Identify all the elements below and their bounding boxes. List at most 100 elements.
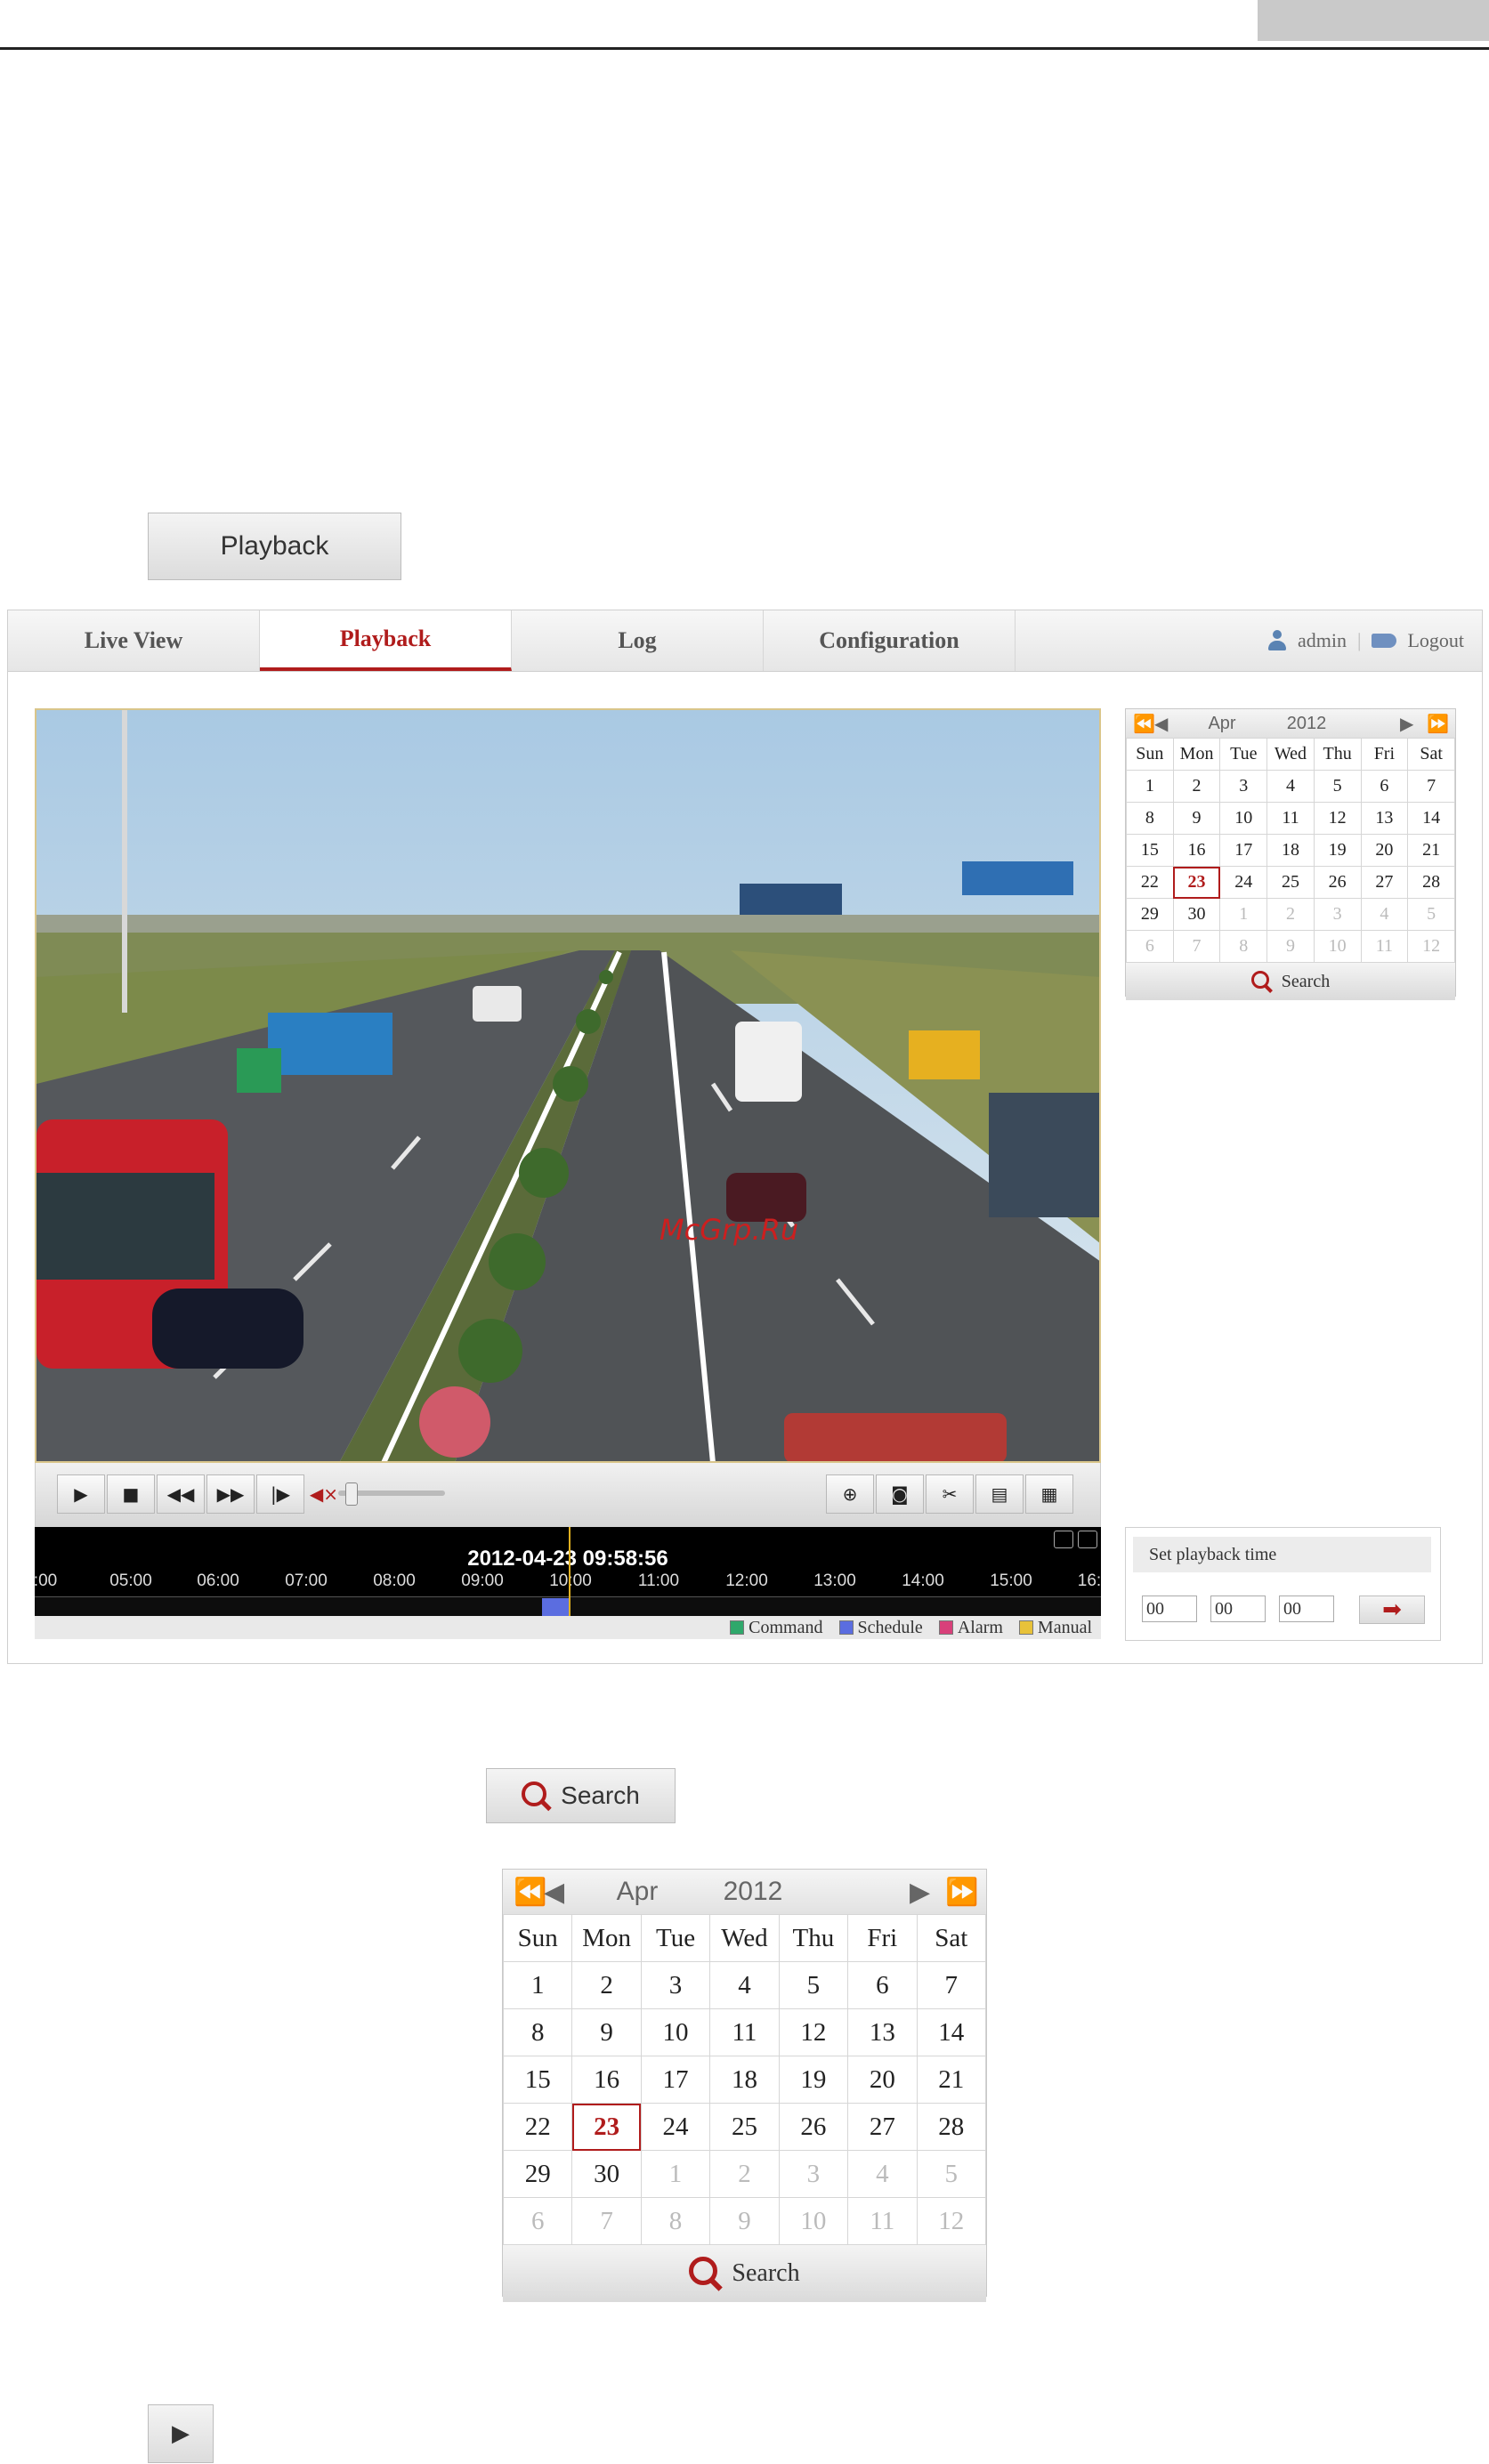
- calendar-day[interactable]: 21: [1407, 834, 1455, 867]
- calendar-day[interactable]: 14: [1407, 802, 1455, 835]
- calendar-day[interactable]: 1: [1126, 770, 1174, 803]
- calendar-day[interactable]: 11: [1266, 802, 1315, 835]
- logout-link[interactable]: Logout: [1407, 629, 1464, 652]
- prev-year-icon[interactable]: ⏪: [514, 1877, 546, 1908]
- hour-input[interactable]: 00: [1142, 1596, 1197, 1622]
- calendar-day[interactable]: 6: [847, 1961, 918, 2009]
- calendar-day[interactable]: 17: [1219, 834, 1268, 867]
- tab-live-view[interactable]: Live View: [8, 610, 260, 671]
- fast-forward-icon[interactable]: ▶▶: [206, 1474, 255, 1514]
- calendar-day[interactable]: 19: [1313, 834, 1362, 867]
- calendar-day[interactable]: 1: [502, 1961, 573, 2009]
- calendar-day[interactable]: 30: [1172, 898, 1221, 931]
- calendar-day[interactable]: 4: [1266, 770, 1315, 803]
- prev-month-icon[interactable]: ◀: [1154, 713, 1186, 735]
- stop-icon[interactable]: ■: [107, 1474, 155, 1514]
- timeline-cursor[interactable]: [569, 1527, 571, 1616]
- calendar-day[interactable]: 6: [1360, 770, 1409, 803]
- calendar-day[interactable]: 7: [1407, 770, 1455, 803]
- calendar-day[interactable]: 5: [1313, 770, 1362, 803]
- calendar-day[interactable]: 3: [1219, 770, 1268, 803]
- calendar-day[interactable]: 22: [502, 2103, 573, 2151]
- calendar-day[interactable]: 9: [1172, 802, 1221, 835]
- calendar-day[interactable]: 9: [571, 2008, 642, 2056]
- calendar-day[interactable]: 14: [916, 2008, 987, 2056]
- calendar-day[interactable]: 25: [1266, 866, 1315, 899]
- calendar-day[interactable]: 27: [1360, 866, 1409, 899]
- calendar-day[interactable]: 28: [1407, 866, 1455, 899]
- next-month-icon[interactable]: ▶: [910, 1877, 945, 1908]
- calendar-day[interactable]: 17: [640, 2056, 711, 2104]
- playback-timeline[interactable]: 2012-04-23 09:58:56 :00 05:00 06:00 07:0…: [34, 1527, 1101, 1617]
- calendar-day[interactable]: 20: [847, 2056, 918, 2104]
- calendar-day[interactable]: 24: [640, 2103, 711, 2151]
- calendar-day[interactable]: 15: [502, 2056, 573, 2104]
- calendar-day[interactable]: 30: [571, 2150, 642, 2198]
- calendar-day[interactable]: 4: [709, 1961, 780, 2009]
- calendar-day[interactable]: 16: [1172, 834, 1221, 867]
- calendar-day[interactable]: 20: [1360, 834, 1409, 867]
- calendar-day[interactable]: 26: [1313, 866, 1362, 899]
- calendar-day[interactable]: 3: [640, 1961, 711, 2009]
- next-year-icon[interactable]: ⏩: [945, 1877, 978, 1908]
- second-input[interactable]: 00: [1279, 1596, 1334, 1622]
- prev-year-icon[interactable]: ⏪: [1133, 713, 1155, 735]
- calendar-day[interactable]: 27: [847, 2103, 918, 2151]
- calendar-day[interactable]: 11: [709, 2008, 780, 2056]
- next-month-icon[interactable]: ▶: [1400, 713, 1427, 735]
- calendar-day[interactable]: 8: [502, 2008, 573, 2056]
- tab-playback[interactable]: Playback: [260, 610, 512, 671]
- calendar-day-selected[interactable]: 23: [1172, 866, 1221, 899]
- logout-icon[interactable]: [1372, 634, 1397, 648]
- calendar-day[interactable]: 2: [1172, 770, 1221, 803]
- calendar-search-button[interactable]: Search: [503, 2245, 986, 2302]
- calendar-day[interactable]: 22: [1126, 866, 1174, 899]
- calendar-search-button[interactable]: Search: [1126, 963, 1455, 1000]
- tab-configuration[interactable]: Configuration: [764, 610, 1016, 671]
- calendar-day[interactable]: 12: [1313, 802, 1362, 835]
- calendar-day[interactable]: 25: [709, 2103, 780, 2151]
- calendar-day[interactable]: 29: [1126, 898, 1174, 931]
- calendar-day[interactable]: 2: [571, 1961, 642, 2009]
- download-picture-icon[interactable]: ▦: [1025, 1474, 1073, 1514]
- volume-mute-icon[interactable]: ◀×: [306, 1474, 342, 1514]
- playback-button[interactable]: Playback: [148, 513, 401, 580]
- calendar-day[interactable]: 10: [1219, 802, 1268, 835]
- calendar-day[interactable]: 13: [1360, 802, 1409, 835]
- search-button[interactable]: Search: [486, 1768, 676, 1823]
- calendar-day[interactable]: 26: [778, 2103, 849, 2151]
- calendar-day-selected[interactable]: 23: [571, 2103, 642, 2151]
- tab-log[interactable]: Log: [512, 610, 764, 671]
- volume-slider-handle[interactable]: [345, 1482, 358, 1506]
- clip-icon[interactable]: ✂: [926, 1474, 974, 1514]
- zoom-out-timeline-icon[interactable]: [1054, 1531, 1073, 1548]
- capture-picture-icon[interactable]: ◙: [876, 1474, 924, 1514]
- calendar-day[interactable]: 29: [502, 2150, 573, 2198]
- zoom-in-timeline-icon[interactable]: [1078, 1531, 1097, 1548]
- calendar-day[interactable]: 28: [916, 2103, 987, 2151]
- calendar-day[interactable]: 5: [778, 1961, 849, 2009]
- calendar-day[interactable]: 7: [916, 1961, 987, 2009]
- calendar-day[interactable]: 21: [916, 2056, 987, 2104]
- download-video-icon[interactable]: ▤: [975, 1474, 1024, 1514]
- minute-input[interactable]: 00: [1210, 1596, 1266, 1622]
- slow-forward-icon[interactable]: ◀◀: [157, 1474, 205, 1514]
- calendar-day[interactable]: 18: [1266, 834, 1315, 867]
- calendar-day[interactable]: 13: [847, 2008, 918, 2056]
- calendar-day[interactable]: 15: [1126, 834, 1174, 867]
- prev-month-icon[interactable]: ◀: [544, 1877, 588, 1908]
- calendar-day[interactable]: 10: [640, 2008, 711, 2056]
- play-button[interactable]: ▶: [148, 2404, 214, 2463]
- play-icon[interactable]: ▶: [57, 1474, 105, 1514]
- single-frame-icon[interactable]: |▶: [256, 1474, 304, 1514]
- next-year-icon[interactable]: ⏩: [1427, 713, 1449, 735]
- go-button[interactable]: ➡: [1359, 1596, 1425, 1624]
- calendar-day[interactable]: 18: [709, 2056, 780, 2104]
- calendar-day[interactable]: 16: [571, 2056, 642, 2104]
- calendar-day[interactable]: 8: [1126, 802, 1174, 835]
- zoom-in-icon[interactable]: ⊕: [826, 1474, 874, 1514]
- calendar-day[interactable]: 19: [778, 2056, 849, 2104]
- calendar-day[interactable]: 12: [778, 2008, 849, 2056]
- video-playback-window[interactable]: McGrp.Ru: [35, 708, 1101, 1463]
- calendar-day[interactable]: 24: [1219, 866, 1268, 899]
